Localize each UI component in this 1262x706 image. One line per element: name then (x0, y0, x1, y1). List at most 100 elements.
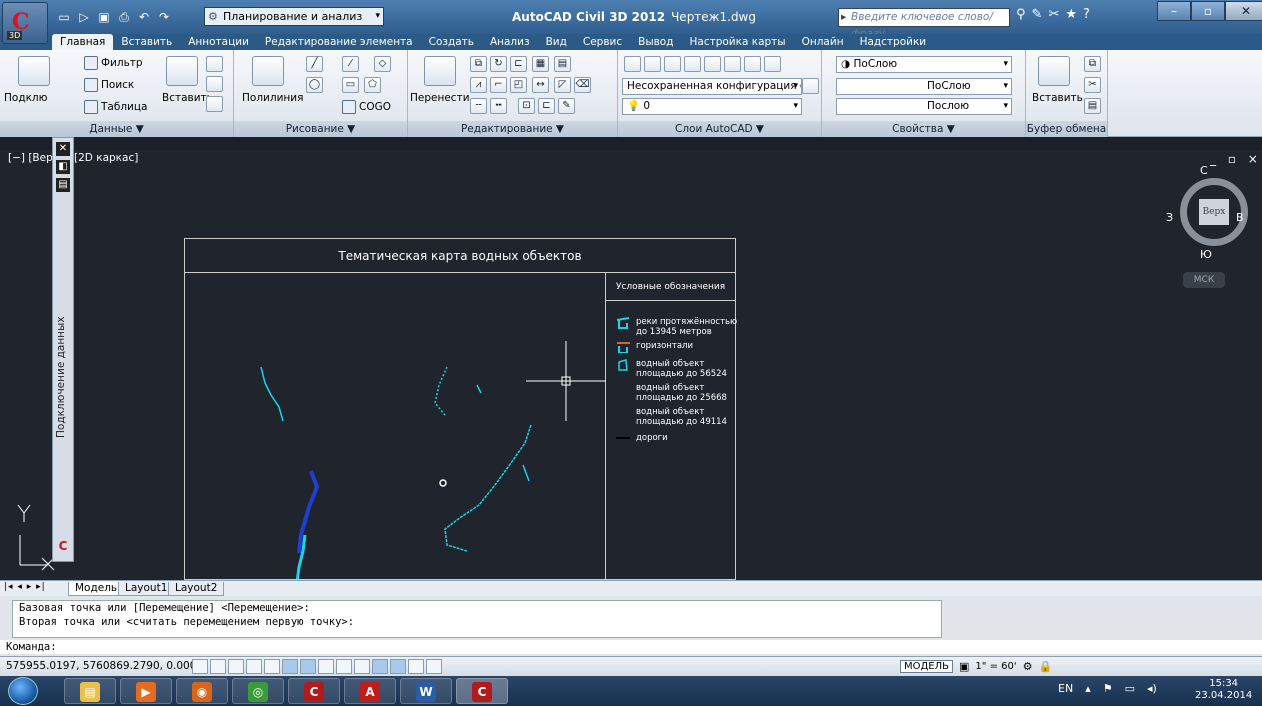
layer-select[interactable]: 💡 0 (622, 98, 802, 115)
lwt-icon[interactable] (372, 659, 388, 674)
minimize-button[interactable]: – (1157, 1, 1191, 21)
workspace-icon[interactable]: ⚙ (1023, 660, 1033, 673)
tab-tools[interactable]: Сервис (575, 34, 630, 50)
taskbar-civil3d-active[interactable]: C (456, 678, 508, 704)
edit-polyline-icon[interactable]: ⊏ (538, 98, 555, 114)
taskbar-civil3d[interactable]: C (288, 678, 340, 704)
snap-icon[interactable] (210, 659, 226, 674)
map-canvas[interactable] (185, 273, 605, 579)
tab-map-setup[interactable]: Настройка карты (681, 34, 793, 50)
search-input[interactable]: Введите ключевое слово/фразу (838, 8, 1010, 40)
print-icon[interactable]: ⎙ (116, 9, 132, 25)
layer-isolate-icon[interactable] (664, 56, 681, 72)
ducs-icon[interactable] (336, 659, 352, 674)
search-button[interactable]: Поиск (84, 78, 134, 92)
star-icon[interactable]: ★ (1065, 7, 1077, 22)
layer-walk-icon[interactable] (764, 56, 781, 72)
flag-icon[interactable]: ⚑ (1103, 682, 1113, 695)
language-indicator[interactable]: EN (1058, 682, 1073, 695)
help-icon[interactable]: ? (1083, 7, 1090, 22)
break-icon[interactable]: ╌ (470, 98, 487, 114)
rotate-icon[interactable]: ↻ (490, 56, 507, 72)
subscription-icon[interactable]: ✎ (1032, 7, 1043, 22)
link-icon[interactable] (206, 96, 223, 112)
taskbar-media[interactable]: ▶ (120, 678, 172, 704)
autohide-icon[interactable]: ◧ (56, 160, 70, 174)
application-menu-button[interactable]: C 3D (2, 2, 48, 44)
lineweight-select[interactable]: Послою (836, 98, 1012, 115)
panel-properties-title[interactable]: Свойства ▼ (822, 121, 1025, 137)
annotation-scale[interactable]: 1" = 60' (975, 661, 1016, 672)
panel-modify-title[interactable]: Редактирование ▼ (408, 121, 617, 137)
erase-icon[interactable]: ⌫ (574, 77, 591, 93)
cut-icon[interactable]: ✂ (1084, 77, 1101, 93)
taskbar-word[interactable]: W (400, 678, 452, 704)
compass-east[interactable]: В (1236, 211, 1244, 224)
layer-state-button[interactable] (802, 78, 819, 94)
data-connect-palette[interactable]: ✕ ◧ ▤ Подключение данных C (52, 137, 74, 562)
infer-icon[interactable] (192, 659, 208, 674)
workspace-select[interactable]: ⚙ Планирование и анализ ▾ (204, 7, 384, 26)
line-icon[interactable]: ╱ (306, 56, 323, 72)
taskbar-firefox[interactable]: ◉ (176, 678, 228, 704)
color-select[interactable]: ◑ ПоСлою (836, 56, 1012, 73)
dyn-icon[interactable] (354, 659, 370, 674)
lock-icon[interactable]: 🔒 (1038, 660, 1052, 673)
tab-model[interactable]: Модель (68, 582, 125, 596)
circle-icon[interactable]: ◯ (306, 77, 323, 93)
join-icon[interactable]: ╍ (490, 98, 507, 114)
polyline-icon[interactable] (252, 56, 284, 86)
panel-layers-title[interactable]: Слои AutoCAD ▼ (618, 121, 821, 137)
viewcube-top-face[interactable]: Верх (1199, 199, 1229, 225)
brush-icon[interactable]: ✎ (558, 98, 575, 114)
tab-output[interactable]: Вывод (630, 34, 681, 50)
compass-north[interactable]: С (1200, 164, 1208, 177)
insert-data-icon[interactable] (166, 56, 198, 86)
fillet-icon[interactable]: ⌐ (490, 77, 507, 93)
table-button[interactable]: Таблица (84, 100, 147, 114)
undo-icon[interactable]: ↶ (136, 9, 152, 25)
tab-home[interactable]: Главная (52, 34, 114, 50)
layout-nav-arrows[interactable]: |◂ ◂ ▸ ▸| (4, 582, 46, 592)
3dosnap-icon[interactable] (300, 659, 316, 674)
model-space-button[interactable]: МОДЕЛЬ (900, 660, 954, 673)
polar-icon[interactable] (264, 659, 280, 674)
new-icon[interactable]: ▭ (56, 9, 72, 25)
tab-analyze[interactable]: Анализ (482, 34, 538, 50)
trim-icon[interactable]: ⊏ (510, 56, 527, 72)
taskbar-chrome[interactable]: ◎ (232, 678, 284, 704)
copy-icon[interactable]: ⧉ (470, 56, 487, 72)
clock[interactable]: 15:34 23.04.2014 (1195, 678, 1252, 702)
open-icon[interactable]: ▷ (76, 9, 92, 25)
tab-layout1[interactable]: Layout1 (118, 582, 175, 596)
redo-icon[interactable]: ↷ (156, 9, 172, 25)
stretch-icon[interactable]: ↔ (532, 77, 549, 93)
properties-icon[interactable]: ▤ (56, 178, 70, 192)
tab-addins[interactable]: Надстройки (852, 34, 935, 50)
viewport-controls[interactable]: _ ▫ × (1210, 152, 1262, 166)
move-icon[interactable] (424, 56, 456, 86)
chamfer-icon[interactable]: ◸ (554, 77, 571, 93)
layer-state-select[interactable]: Несохраненная конфигурация сл▾ (622, 78, 802, 95)
sc-icon[interactable] (426, 659, 442, 674)
taskbar-acrobat[interactable]: A (344, 678, 396, 704)
quick-view-icon[interactable]: ▣ (959, 660, 969, 673)
binoculars-icon[interactable]: ⚲ (1016, 7, 1026, 22)
layer-properties-icon[interactable] (624, 56, 641, 72)
match-properties-icon[interactable]: ▤ (1084, 98, 1101, 114)
offset-icon[interactable]: ⊡ (518, 98, 535, 114)
osnap-icon[interactable] (282, 659, 298, 674)
panel-data-title[interactable]: Данные ▼ (0, 121, 233, 137)
tray-arrow-icon[interactable]: ▴ (1085, 682, 1091, 695)
copy-clip-icon[interactable]: ⧉ (1084, 56, 1101, 72)
database-icon[interactable] (18, 56, 50, 86)
layer-freeze-icon[interactable] (684, 56, 701, 72)
compass-west[interactable]: З (1166, 211, 1173, 224)
tab-annotate[interactable]: Аннотации (180, 34, 257, 50)
communication-icon[interactable]: ✂ (1048, 7, 1059, 22)
array-icon[interactable]: ▦ (532, 56, 549, 72)
paste-button[interactable]: Вставить (1032, 92, 1083, 104)
taskbar-explorer[interactable]: ▤ (64, 678, 116, 704)
explode-icon[interactable]: ▤ (554, 56, 571, 72)
rectangle-icon[interactable]: ▭ (342, 77, 359, 93)
